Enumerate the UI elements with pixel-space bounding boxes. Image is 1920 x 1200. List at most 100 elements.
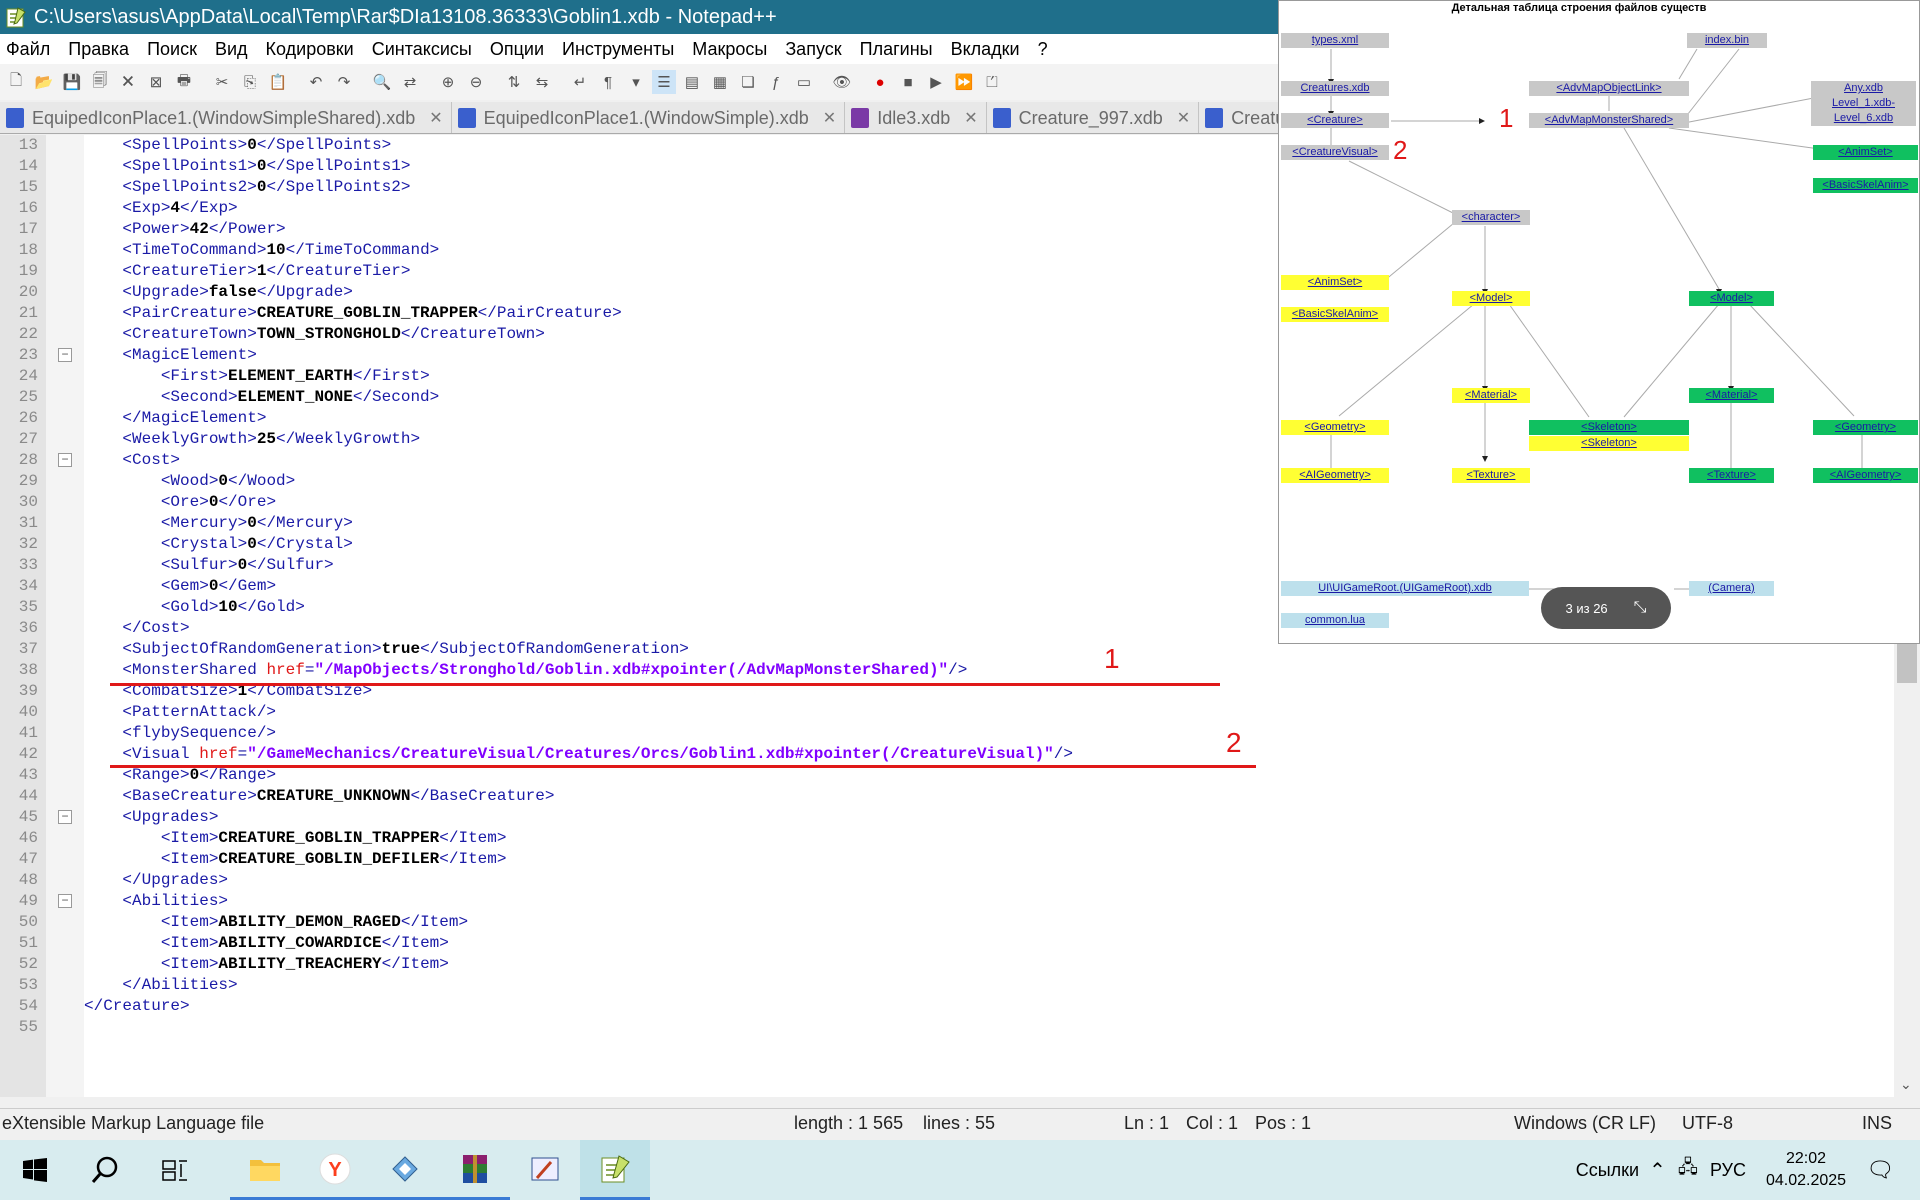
sync-horizontal-icon[interactable]: ⇆ <box>530 70 554 94</box>
menu-item[interactable]: Кодировки <box>266 39 354 60</box>
print-icon[interactable]: 🖶 <box>172 70 196 94</box>
search-icon[interactable] <box>70 1140 140 1200</box>
code-line[interactable]: <Item>CREATURE_GOBLIN_DEFILER</Item> <box>84 849 1908 870</box>
collapse-icon[interactable]: ⤡ <box>1634 599 1647 617</box>
code-line[interactable]: <Item>ABILITY_TREACHERY</Item> <box>84 954 1908 975</box>
zoom-out-icon[interactable]: ⊖ <box>464 70 488 94</box>
code-line[interactable]: <Visual href="/GameMechanics/CreatureVis… <box>84 744 1908 765</box>
doc-map-icon[interactable]: ▦ <box>708 70 732 94</box>
node-common-lua[interactable]: common.lua <box>1281 613 1389 628</box>
code-line[interactable]: <MonsterShared href="/MapObjects/Strongh… <box>84 660 1908 681</box>
node-advmapmonstershared[interactable]: <AdvMapMonsterShared> <box>1529 113 1689 128</box>
fold-toggle-icon[interactable]: − <box>58 894 72 908</box>
open-file-icon[interactable]: 📂 <box>32 70 56 94</box>
node-animset-right[interactable]: <AnimSet> <box>1813 145 1918 160</box>
save-macro-icon[interactable]: ⏍ <box>980 70 1004 94</box>
sync-vertical-icon[interactable]: ⇅ <box>502 70 526 94</box>
node-basicskelanim-left[interactable]: <BasicSkelAnim> <box>1281 307 1389 322</box>
scrollbar-thumb[interactable] <box>1897 643 1917 683</box>
run-macro-multiple-icon[interactable]: ⏩ <box>952 70 976 94</box>
status-eol[interactable]: Windows (CR LF) <box>1514 1113 1656 1134</box>
tab-3[interactable]: Creature_997.xdb ✕ <box>987 102 1200 133</box>
tab-1[interactable]: EquipedIconPlace1.(WindowSimple).xdb ✕ <box>452 102 846 133</box>
save-all-icon[interactable]: 🗐 <box>88 70 112 94</box>
menu-item[interactable]: ? <box>1038 39 1048 60</box>
code-line[interactable]: </Abilities> <box>84 975 1908 996</box>
node-uigameroot[interactable]: UI\UIGameRoot.(UIGameRoot).xdb <box>1281 581 1529 596</box>
menu-item[interactable]: Файл <box>6 39 50 60</box>
tab-close-icon[interactable]: ✕ <box>964 108 977 128</box>
copy-icon[interactable]: ⎘ <box>238 70 262 94</box>
menu-item[interactable]: Вид <box>215 39 248 60</box>
show-all-chars-icon[interactable]: ¶ <box>596 70 620 94</box>
node-skeleton-yellow[interactable]: <Skeleton> <box>1529 436 1689 451</box>
doc-list-icon[interactable]: ❏ <box>736 70 760 94</box>
code-line[interactable]: <PatternAttack/> <box>84 702 1908 723</box>
start-button[interactable] <box>0 1140 70 1200</box>
code-line[interactable]: <Item>ABILITY_COWARDICE</Item> <box>84 933 1908 954</box>
menu-item[interactable]: Вкладки <box>951 39 1020 60</box>
paste-icon[interactable]: 📋 <box>266 70 290 94</box>
node-model-green[interactable]: <Model> <box>1689 291 1774 306</box>
input-language[interactable]: РУС <box>1710 1160 1746 1181</box>
undo-icon[interactable]: ↶ <box>304 70 328 94</box>
node-animset-left[interactable]: <AnimSet> <box>1281 275 1389 290</box>
new-file-icon[interactable]: 🗋 <box>4 70 28 94</box>
code-line[interactable] <box>84 1017 1908 1038</box>
menu-item[interactable]: Правка <box>68 39 129 60</box>
fold-toggle-icon[interactable]: − <box>58 453 72 467</box>
taskbar-links-label[interactable]: Ссылки <box>1576 1160 1639 1181</box>
network-icon[interactable]: 🖧 <box>1678 1155 1698 1185</box>
folder-workspace-icon[interactable]: ▭ <box>792 70 816 94</box>
indent-guide-icon[interactable]: ☰ <box>652 70 676 94</box>
yandex-browser-icon[interactable]: Y <box>300 1140 370 1200</box>
node-index-bin[interactable]: index.bin <box>1687 33 1767 48</box>
node-skeleton-green[interactable]: <Skeleton> <box>1529 420 1689 435</box>
save-icon[interactable]: 💾 <box>60 70 84 94</box>
menu-item[interactable]: Плагины <box>860 39 933 60</box>
node-geometry-right[interactable]: <Geometry> <box>1813 420 1918 435</box>
menu-item[interactable]: Инструменты <box>562 39 674 60</box>
node-creaturevisual[interactable]: <CreatureVisual> <box>1281 145 1389 160</box>
record-macro-icon[interactable]: ● <box>868 70 892 94</box>
node-creatures-xdb[interactable]: Creatures.xdb <box>1281 81 1389 96</box>
tab-4[interactable]: Creature <box>1199 102 1280 133</box>
code-line[interactable]: <Upgrades> <box>84 807 1908 828</box>
play-macro-icon[interactable]: ▶ <box>924 70 948 94</box>
zoom-in-icon[interactable]: ⊕ <box>436 70 460 94</box>
code-line[interactable]: </Creature> <box>84 996 1908 1017</box>
node-aigeometry-right[interactable]: <AIGeometry> <box>1813 468 1918 483</box>
node-camera[interactable]: (Camera) <box>1689 581 1774 596</box>
connection-app-icon[interactable] <box>370 1140 440 1200</box>
monitoring-icon[interactable]: 👁 <box>830 70 854 94</box>
tab-2[interactable]: Idle3.xdb ✕ <box>845 102 987 133</box>
node-level6-xdb[interactable]: Level_6.xdb <box>1811 111 1916 126</box>
notepadpp-taskbar-icon[interactable] <box>580 1140 650 1200</box>
node-character[interactable]: <character> <box>1452 210 1530 225</box>
node-creature[interactable]: <Creature> <box>1281 113 1389 128</box>
scroll-down-icon[interactable]: ⌄ <box>1900 1076 1912 1093</box>
status-encoding[interactable]: UTF-8 <box>1682 1113 1733 1134</box>
close-all-icon[interactable]: ⊠ <box>144 70 168 94</box>
menu-item[interactable]: Запуск <box>785 39 841 60</box>
file-explorer-icon[interactable] <box>230 1140 300 1200</box>
node-material-green[interactable]: <Material> <box>1689 388 1774 403</box>
cut-icon[interactable]: ✂ <box>210 70 234 94</box>
node-advmapobjectlink[interactable]: <AdvMapObjectLink> <box>1529 81 1689 96</box>
code-line[interactable]: <Item>ABILITY_DEMON_RAGED</Item> <box>84 912 1908 933</box>
stop-macro-icon[interactable]: ■ <box>896 70 920 94</box>
word-wrap-icon[interactable]: ↵ <box>568 70 592 94</box>
menu-item[interactable]: Поиск <box>147 39 197 60</box>
winrar-icon[interactable] <box>440 1140 510 1200</box>
code-line[interactable]: <Abilities> <box>84 891 1908 912</box>
node-types-xml[interactable]: types.xml <box>1281 33 1389 48</box>
notifications-icon[interactable]: 🗨 <box>1866 1157 1894 1183</box>
window-titlebar[interactable]: C:\Users\asus\AppData\Local\Temp\Rar$DIa… <box>0 0 1280 34</box>
node-texture-green[interactable]: <Texture> <box>1689 468 1774 483</box>
task-view-icon[interactable] <box>140 1140 210 1200</box>
code-line[interactable]: <BaseCreature>CREATURE_UNKNOWN</BaseCrea… <box>84 786 1908 807</box>
tray-chevron-up-icon[interactable]: ⌃ <box>1649 1158 1666 1183</box>
tab-close-icon[interactable]: ✕ <box>1177 108 1190 128</box>
code-line[interactable]: </Upgrades> <box>84 870 1908 891</box>
node-any-xdb[interactable]: Any.xdb <box>1811 81 1916 96</box>
